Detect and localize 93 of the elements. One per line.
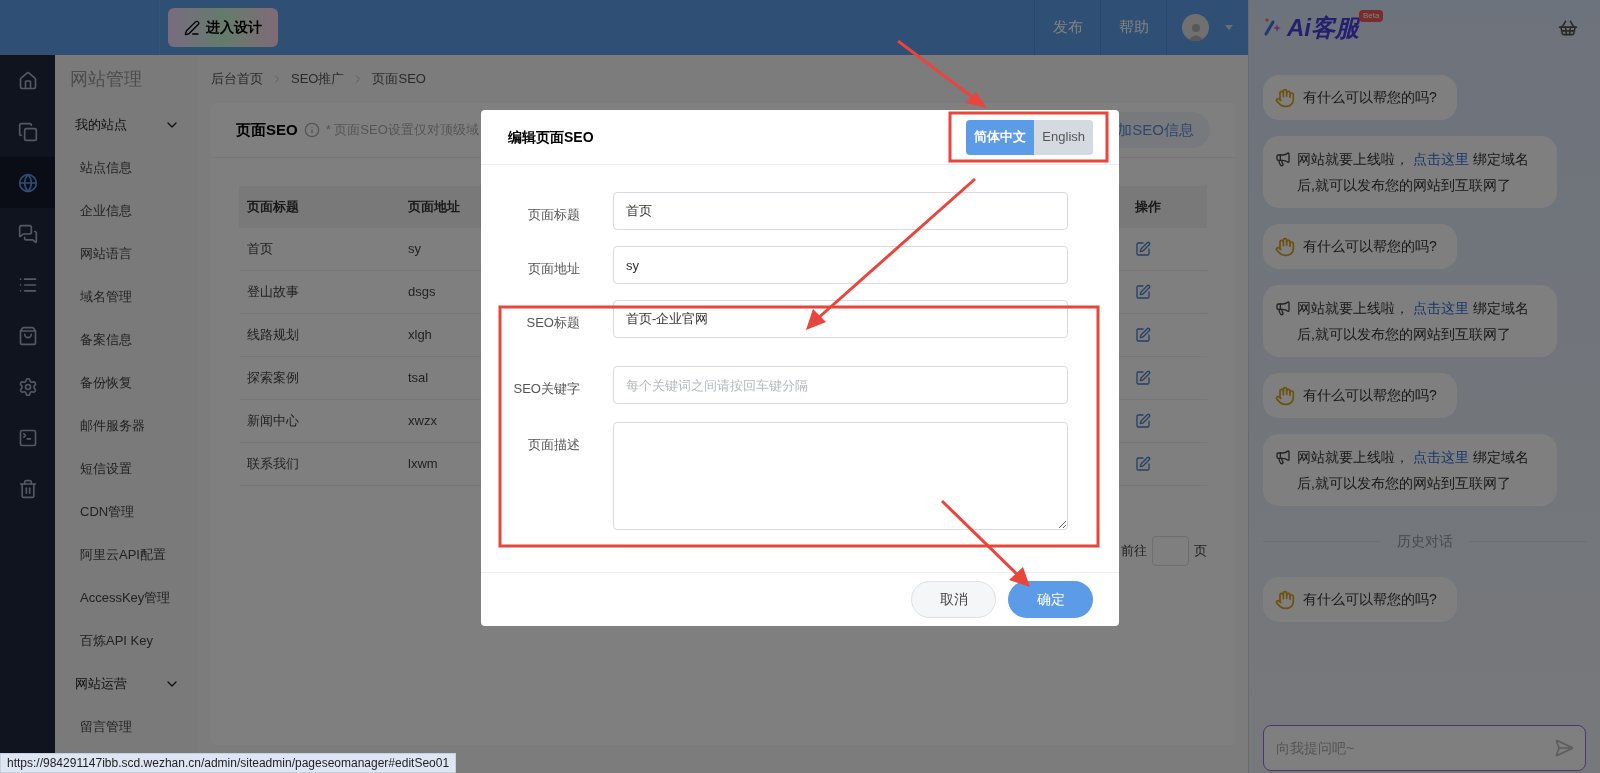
edit-icon[interactable] <box>1135 241 1151 257</box>
gear-icon <box>17 376 38 397</box>
enter-design-button[interactable]: 进入设计 <box>168 8 278 47</box>
caret-icon[interactable] <box>1225 25 1233 30</box>
breadcrumb-link[interactable]: 后台首页 <box>211 69 263 89</box>
field-label: 页面标题 <box>528 207 580 222</box>
info-icon <box>303 122 320 138</box>
sidebar-item[interactable]: 百炼API Key <box>70 619 198 662</box>
edit-icon[interactable] <box>1135 456 1151 472</box>
copy-icon <box>17 121 38 142</box>
sidebar-item[interactable]: 企业信息 <box>70 189 198 232</box>
megaphone-icon <box>1275 300 1291 316</box>
bag-icon <box>17 325 38 346</box>
waving-hand-icon <box>1275 236 1295 257</box>
sidebar-item[interactable]: 留言管理 <box>70 705 198 748</box>
planet-icon <box>17 172 38 193</box>
table-cell-text: 登山故事 <box>246 283 300 302</box>
sidebar-item[interactable]: 网站语言 <box>70 232 198 275</box>
chat-message: 网站就要上线啦， 点击这里 绑定域名后,就可以发布您的网站到互联网了 <box>1297 448 1530 493</box>
home-icon <box>17 70 38 91</box>
table-cell-text: 线路规划 <box>246 326 300 345</box>
breadcrumb-link[interactable]: SEO推广 <box>291 69 345 89</box>
sidebar-group[interactable]: 我的站点 <box>70 103 198 146</box>
table-cell: tsal <box>408 370 429 386</box>
waving-hand-icon <box>1275 589 1295 610</box>
description-field[interactable] <box>613 422 1068 530</box>
column-header: 操作 <box>1135 199 1161 215</box>
field-label: 页面地址 <box>528 261 580 276</box>
avatar[interactable] <box>1182 14 1209 41</box>
sidebar-item[interactable]: CDN管理 <box>70 490 198 533</box>
text-field[interactable]: 首页-企业官网 <box>613 300 1068 338</box>
chat-message: 网站就要上线啦， 点击这里 绑定域名后,就可以发布您的网站到互联网了 <box>1297 299 1530 344</box>
table-cell: xlgh <box>408 327 432 343</box>
sidebar-group[interactable]: 网站运营 <box>70 662 198 705</box>
table-cell-text: 探索案例 <box>246 369 300 388</box>
table-cell-text: 新闻中心 <box>246 412 300 431</box>
table-cell: xwzx <box>408 413 437 429</box>
basket-icon[interactable] <box>1558 17 1578 38</box>
megaphone-icon <box>1275 449 1291 465</box>
pagination-label: 页 <box>1194 542 1207 561</box>
field-label: SEO关键字 <box>513 381 580 396</box>
chat-message: 有什么可以帮您的吗? <box>1303 88 1437 107</box>
breadcrumb-link[interactable]: 页面SEO <box>372 69 426 89</box>
dialog-title: 编辑页面SEO <box>508 127 594 147</box>
chat-logo: Ai客服 <box>1287 12 1359 43</box>
edit-icon[interactable] <box>1135 413 1151 429</box>
column-header: 页面标题 <box>246 198 300 217</box>
sidebar-item[interactable]: 邮件服务器 <box>70 404 198 447</box>
edit-icon[interactable] <box>1135 284 1151 300</box>
chat-icon <box>17 223 38 244</box>
column-header: 页面地址 <box>408 199 460 215</box>
table-cell: sy <box>408 241 421 257</box>
trash-icon <box>17 478 38 499</box>
text-field[interactable]: 首页 <box>613 192 1068 230</box>
text-field[interactable]: sy <box>613 246 1068 284</box>
sidebar-item[interactable]: 备份恢复 <box>70 361 198 404</box>
sidebar-item[interactable]: 阿里云API配置 <box>70 533 198 576</box>
chat-message: 网站就要上线啦， 点击这里 绑定域名后,就可以发布您的网站到互联网了 <box>1297 150 1530 195</box>
pen-icon <box>184 19 200 36</box>
click-here-link[interactable]: 点击这里 <box>1412 300 1469 316</box>
pagination-label: 前往 <box>1121 542 1147 561</box>
chat-message: 有什么可以帮您的吗? <box>1303 386 1437 405</box>
edit-icon[interactable] <box>1135 370 1151 386</box>
sidebar-item[interactable]: 短信设置 <box>70 447 198 490</box>
table-cell-text: 首页 <box>246 240 274 259</box>
click-here-link[interactable]: 点击这里 <box>1412 449 1469 465</box>
language-tab[interactable]: English <box>1034 119 1093 155</box>
confirm-button[interactable]: 确定 <box>1008 581 1093 618</box>
table-cell-text: 联系我们 <box>246 455 300 474</box>
table-cell: dsgs <box>408 284 436 300</box>
terminal-icon <box>17 427 38 448</box>
chat-message: 有什么可以帮您的吗? <box>1303 590 1437 609</box>
sidebar-item[interactable]: 备案信息 <box>70 318 198 361</box>
table-cell: lxwm <box>408 456 438 472</box>
edit-icon[interactable] <box>1135 327 1151 343</box>
text-field[interactable]: 每个关键词之间请按回车键分隔 <box>613 366 1068 404</box>
status-url: https://984291147ibb.scd.wezhan.cn/admin/siteadmin/pageseomanager#editSeo01 <box>0 753 457 773</box>
chat-message: 有什么可以帮您的吗? <box>1303 237 1437 256</box>
beta-badge: Beta <box>1359 9 1384 22</box>
rail-item[interactable] <box>0 157 55 208</box>
card-title: 页面SEO <box>236 119 298 140</box>
sidebar-item[interactable]: 站点信息 <box>70 146 198 189</box>
waving-hand-icon <box>1275 385 1295 406</box>
send-icon[interactable] <box>1554 738 1574 758</box>
field-label: 页面描述 <box>528 437 580 452</box>
click-here-link[interactable]: 点击这里 <box>1412 151 1469 167</box>
megaphone-icon <box>1275 151 1291 167</box>
field-label: SEO标题 <box>526 315 580 330</box>
cancel-button[interactable]: 取消 <box>911 581 996 618</box>
language-tab[interactable]: 简体中文 <box>966 119 1035 155</box>
waving-hand-icon <box>1275 87 1295 108</box>
sidebar-item[interactable]: 域名管理 <box>70 275 198 318</box>
sidebar-item[interactable]: AccessKey管理 <box>70 576 198 619</box>
